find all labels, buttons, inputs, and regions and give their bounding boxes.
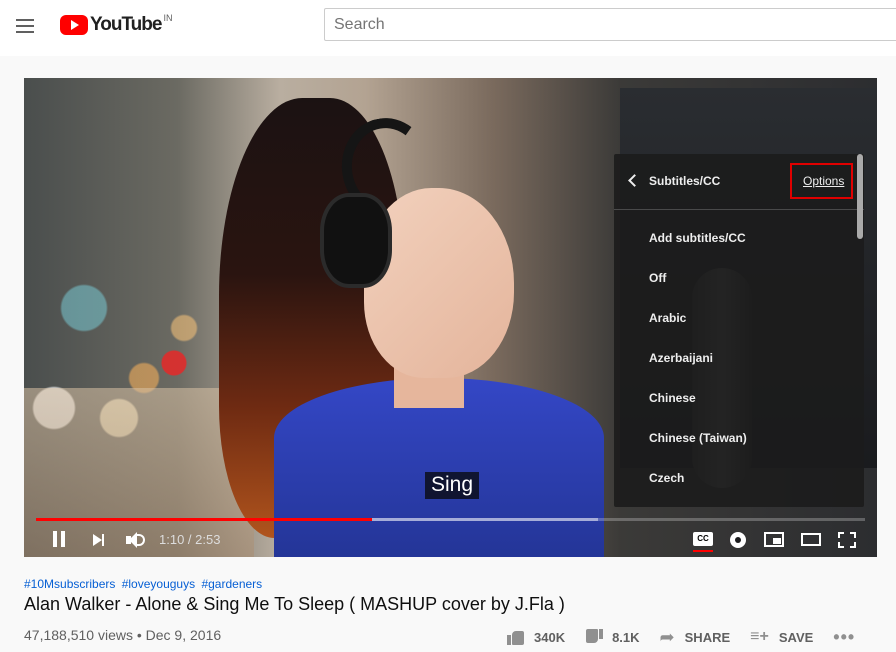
hashtag-link[interactable]: #10Msubscribers bbox=[24, 577, 115, 591]
settings-gear-icon[interactable] bbox=[727, 529, 751, 551]
panel-scrollbar[interactable] bbox=[856, 154, 864, 507]
menu-item-arabic[interactable]: Arabic bbox=[614, 298, 858, 338]
youtube-play-icon bbox=[60, 15, 88, 35]
time-display: 1:10 / 2:53 bbox=[159, 532, 221, 547]
menu-item-chinese[interactable]: Chinese bbox=[614, 378, 858, 418]
action-bar: 340K 8.1K ➦ SHARE ≡+ SAVE ••• bbox=[507, 625, 875, 649]
share-label: SHARE bbox=[684, 629, 731, 645]
logo-text: YouTube bbox=[90, 14, 162, 35]
fullscreen-icon[interactable] bbox=[835, 529, 859, 551]
player-controls: 1:10 / 2:53 CC bbox=[24, 522, 877, 557]
subtitles-cc-button[interactable]: CC bbox=[691, 529, 715, 552]
menu-item-chinese-taiwan[interactable]: Chinese (Taiwan) bbox=[614, 418, 858, 458]
share-button[interactable]: ➦ SHARE bbox=[660, 627, 731, 648]
dislike-count: 8.1K bbox=[612, 629, 640, 645]
video-player[interactable]: Sing Subtitles/CC Options Add subtitles/… bbox=[24, 78, 877, 557]
scroll-thumb[interactable] bbox=[857, 154, 863, 239]
menu-icon[interactable] bbox=[14, 14, 38, 38]
masthead: YouTube IN bbox=[0, 0, 896, 56]
menu-item-add-subtitles[interactable]: Add subtitles/CC bbox=[614, 218, 858, 258]
search-box[interactable] bbox=[324, 8, 896, 41]
dislike-button[interactable]: 8.1K bbox=[585, 629, 639, 645]
more-actions-button[interactable]: ••• bbox=[833, 627, 855, 648]
subtitle-menu-list: Add subtitles/CC Off Arabic Azerbaijani … bbox=[614, 218, 858, 498]
like-button[interactable]: 340K bbox=[507, 629, 565, 645]
more-dots-icon: ••• bbox=[833, 626, 856, 647]
theater-mode-icon[interactable] bbox=[799, 529, 823, 551]
menu-item-off[interactable]: Off bbox=[614, 258, 858, 298]
hashtag-link[interactable]: #gardeners bbox=[201, 577, 262, 591]
like-count: 340K bbox=[534, 629, 566, 645]
hashtags: #10Msubscribers #loveyouguys #gardeners bbox=[24, 577, 265, 591]
playlist-add-icon: ≡+ bbox=[750, 628, 769, 645]
video-title: Alan Walker - Alone & Sing Me To Sleep (… bbox=[24, 594, 565, 614]
save-label: SAVE bbox=[778, 629, 814, 645]
subtitles-settings-panel: Subtitles/CC Options Add subtitles/CC Of… bbox=[614, 154, 864, 507]
panel-title[interactable]: Subtitles/CC bbox=[649, 174, 720, 188]
played-bar bbox=[36, 518, 372, 521]
view-count-date: 47,188,510 views • Dec 9, 2016 bbox=[24, 627, 222, 643]
miniplayer-icon[interactable] bbox=[762, 529, 786, 551]
save-button[interactable]: ≡+ SAVE bbox=[750, 628, 813, 646]
subtitle-caption: Sing bbox=[425, 472, 480, 499]
panel-header: Subtitles/CC Options bbox=[614, 154, 864, 210]
back-chevron-icon[interactable] bbox=[628, 174, 641, 187]
share-icon: ➦ bbox=[659, 626, 675, 647]
progress-bar[interactable] bbox=[36, 518, 865, 521]
cc-icon: CC bbox=[693, 532, 713, 546]
options-link[interactable]: Options bbox=[803, 174, 844, 188]
search-input[interactable] bbox=[325, 9, 896, 40]
menu-item-czech[interactable]: Czech bbox=[614, 458, 858, 498]
thumbs-down-icon bbox=[585, 629, 603, 645]
logo-region: IN bbox=[163, 13, 173, 23]
menu-item-azerbaijani[interactable]: Azerbaijani bbox=[614, 338, 858, 378]
pause-icon[interactable] bbox=[48, 529, 72, 551]
next-icon[interactable] bbox=[88, 529, 112, 551]
volume-icon[interactable] bbox=[124, 529, 148, 551]
hashtag-link[interactable]: #loveyouguys bbox=[122, 577, 195, 591]
thumbs-up-icon bbox=[507, 629, 525, 645]
youtube-logo[interactable]: YouTube IN bbox=[60, 13, 173, 36]
